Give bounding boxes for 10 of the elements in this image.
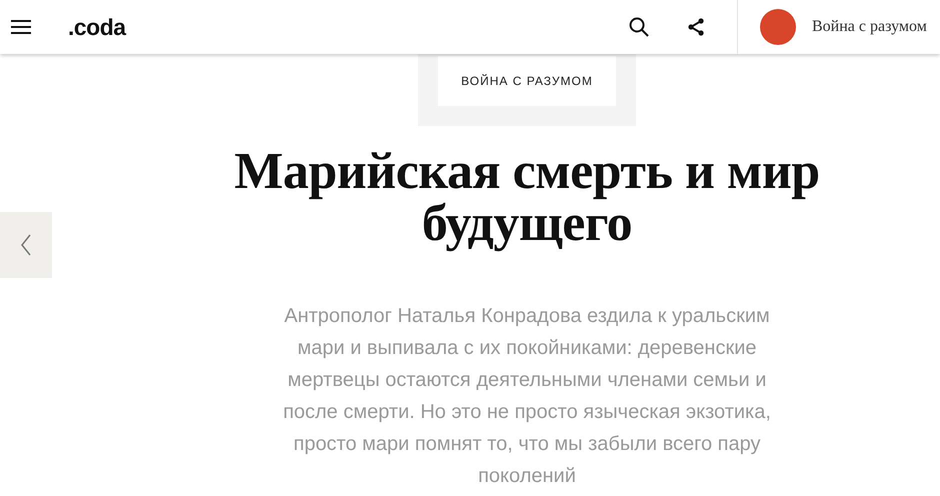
article-lede: Антрополог Наталья Конрадова ездила к уральским мари и выпивала с их покойниками: деревенские мертвецы остаются деятельными членами семьи и после смерти. Но это не просто языческая экзотика, просто мари помнят то, что мы забыли всего пару поколений bbox=[282, 304, 772, 489]
search-icon[interactable] bbox=[629, 17, 649, 37]
site-logo[interactable]: .coda bbox=[68, 14, 126, 40]
series-label[interactable]: ВОЙНА С РАЗУМОМ bbox=[438, 56, 616, 106]
share-icon[interactable] bbox=[687, 18, 705, 36]
series-thumbnail[interactable] bbox=[760, 9, 796, 45]
chevron-left-icon bbox=[20, 234, 32, 256]
series-title[interactable]: Война с разумом bbox=[812, 18, 927, 36]
article-title: Марийская смерть и мир будущего bbox=[233, 146, 821, 250]
menu-icon[interactable] bbox=[10, 19, 32, 35]
